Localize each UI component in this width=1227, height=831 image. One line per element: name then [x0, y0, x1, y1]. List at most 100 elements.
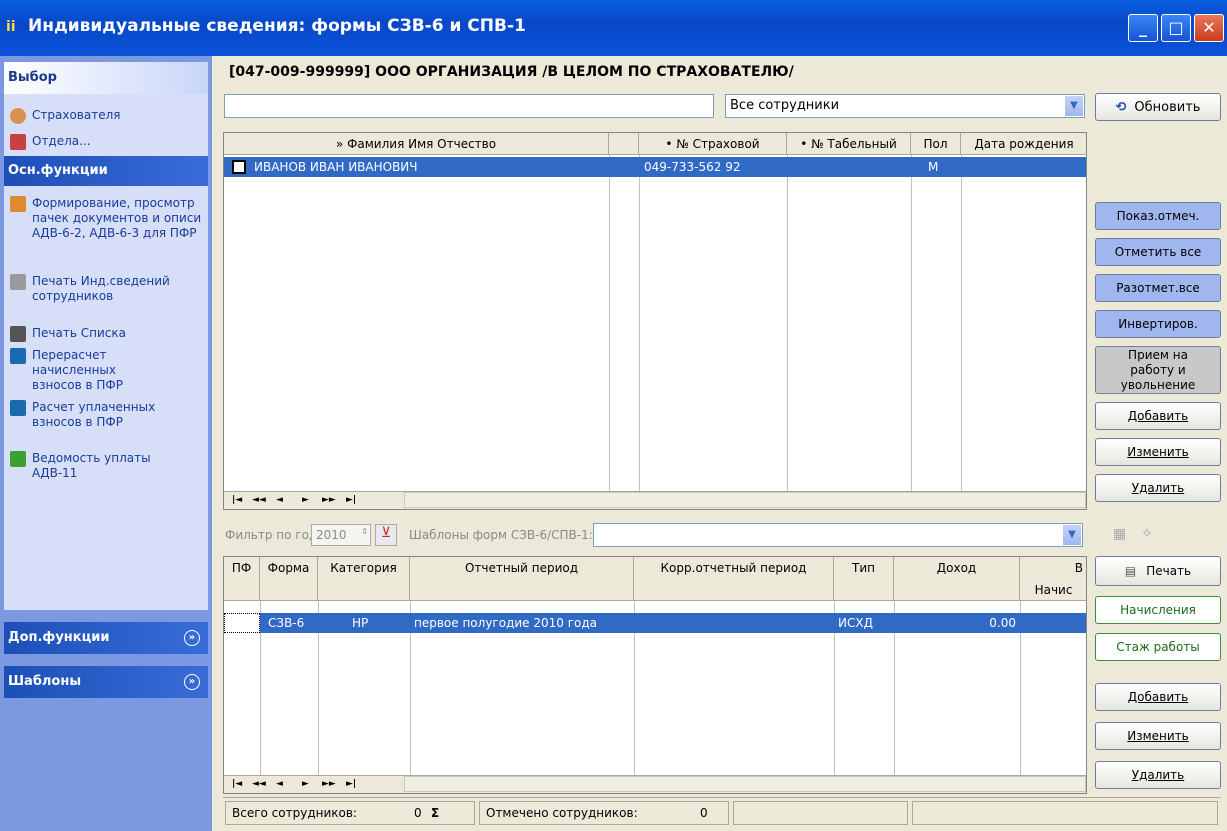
employee-filter-select[interactable]: Все сотрудники ▼: [725, 94, 1085, 118]
table-row[interactable]: СЗВ-6 НР первое полугодие 2010 года ИСХД…: [224, 613, 1086, 633]
first-record-icon[interactable]: |◄: [232, 495, 242, 505]
prev-page-icon[interactable]: ◄◄: [252, 495, 266, 505]
table-row[interactable]: ИВАНОВ ИВАН ИВАНОВИЧ 049-733-562 92 М: [224, 157, 1086, 177]
add-employee-button[interactable]: Добавить: [1095, 402, 1221, 430]
row-checkbox[interactable]: [232, 160, 246, 174]
print-button[interactable]: ▤ Печать: [1095, 556, 1221, 586]
expand-icon[interactable]: »: [184, 630, 200, 646]
pf-cell[interactable]: [224, 613, 260, 633]
printer-icon: ▤: [1124, 564, 1137, 578]
main-item-print-individual[interactable]: Печать Инд.сведений сотрудников: [10, 274, 182, 304]
section-select: [4, 94, 208, 164]
total-employees-pane: Всего сотрудников: 0 Σ: [225, 801, 475, 825]
column-header-period[interactable]: Отчетный период: [410, 557, 634, 601]
forms-grid[interactable]: ПФ Форма Категория Отчетный период Корр.…: [223, 556, 1087, 794]
column-header-snils[interactable]: • № Страховой: [639, 133, 787, 155]
column-header-pf[interactable]: ПФ: [224, 557, 260, 601]
title-bar: ii Индивидуальные сведения: формы СЗВ-6 …: [0, 0, 1227, 56]
book-icon: [10, 451, 26, 467]
column-header-income[interactable]: Доход: [894, 557, 1020, 601]
minimize-button[interactable]: _: [1128, 14, 1158, 42]
section-header-select[interactable]: Выбор: [4, 62, 208, 94]
delete-employee-button[interactable]: Удалить: [1095, 474, 1221, 502]
first-record-icon[interactable]: |◄: [232, 779, 242, 789]
section-header-extra[interactable]: Доп.функции »: [4, 622, 208, 654]
next-page-icon[interactable]: ►►: [322, 779, 336, 789]
column-header-form[interactable]: Форма: [260, 557, 318, 601]
chevron-down-icon[interactable]: ▼: [1065, 96, 1083, 116]
organization-title: [047-009-999999] ООО ОРГАНИЗАЦИЯ /В ЦЕЛО…: [223, 60, 1221, 86]
column-header-accrued[interactable]: Начис: [1020, 579, 1086, 601]
select-insurer-link[interactable]: Страхователя: [10, 108, 202, 124]
delete-form-button[interactable]: Удалить: [1095, 761, 1221, 789]
maximize-button[interactable]: □: [1161, 14, 1191, 42]
hire-fire-button[interactable]: Прием на работу и увольнение: [1095, 346, 1221, 394]
section-header-main[interactable]: Осн.функции: [4, 156, 208, 186]
status-pane: [733, 801, 908, 825]
mark-all-button[interactable]: Отметить все: [1095, 238, 1221, 266]
window-title: Индивидуальные сведения: формы СЗВ-6 и С…: [28, 16, 526, 36]
column-header-name[interactable]: » Фамилия Имя Отчество: [224, 133, 609, 155]
prev-record-icon[interactable]: ◄: [276, 779, 283, 789]
folder-icon: [10, 196, 26, 212]
edit-employee-button[interactable]: Изменить: [1095, 438, 1221, 466]
status-bar: Всего сотрудников: 0 Σ Отмечено сотрудни…: [223, 797, 1221, 827]
unmark-all-button[interactable]: Разотмет.все: [1095, 274, 1221, 302]
template-new-icon[interactable]: ✧: [1141, 526, 1153, 542]
prev-record-icon[interactable]: ◄: [276, 495, 283, 505]
calculator-icon: [10, 348, 26, 364]
accruals-button[interactable]: Начисления: [1095, 596, 1221, 624]
column-header-sex[interactable]: Пол: [911, 133, 961, 155]
task-pane: Выбор Страхователя Отдела... Осн.функции…: [0, 56, 212, 831]
chevron-down-icon[interactable]: ▼: [1063, 525, 1081, 545]
section-header-templates[interactable]: Шаблоны »: [4, 666, 208, 698]
column-header-type[interactable]: Тип: [834, 557, 894, 601]
next-record-icon[interactable]: ►: [302, 779, 309, 789]
close-button[interactable]: ✕: [1194, 14, 1224, 42]
expand-icon[interactable]: »: [184, 674, 200, 690]
prev-page-icon[interactable]: ◄◄: [252, 779, 266, 789]
marked-employees-pane: Отмечено сотрудников: 0: [479, 801, 729, 825]
forms-grid-header: ПФ Форма Категория Отчетный период Корр.…: [224, 557, 1086, 601]
refresh-icon: ⟲: [1115, 99, 1127, 115]
column-header-tab-number[interactable]: • № Табельный: [787, 133, 911, 155]
edit-form-button[interactable]: Изменить: [1095, 722, 1221, 750]
column-header-corr-period[interactable]: Корр.отчетный период: [634, 557, 834, 601]
main-item-recalc-accrued[interactable]: Перерасчет начисленных взносов в ПФР: [10, 348, 162, 393]
horizontal-scrollbar[interactable]: [404, 776, 1086, 792]
column-header-category[interactable]: Категория: [318, 557, 410, 601]
sum-icon: Σ: [431, 806, 440, 820]
main-item-calc-paid[interactable]: Расчет уплаченных взносов в ПФР: [10, 400, 172, 430]
year-filter-bar: Фильтр по году: 2010 ⇕ ⊻ Шаблоны форм СЗ…: [223, 522, 1221, 548]
printer-icon: [10, 326, 26, 342]
next-page-icon[interactable]: ►►: [322, 495, 336, 505]
year-stepper[interactable]: 2010 ⇕: [311, 524, 371, 546]
spin-icon[interactable]: ⇕: [361, 527, 368, 536]
department-icon: [10, 134, 26, 150]
experience-button[interactable]: Стаж работы: [1095, 633, 1221, 661]
next-record-icon[interactable]: ►: [302, 495, 309, 505]
add-form-button[interactable]: Добавить: [1095, 683, 1221, 711]
user-icon: [10, 108, 26, 124]
main-item-print-list[interactable]: Печать Списка: [10, 326, 202, 342]
column-header-group[interactable]: В: [1020, 557, 1086, 579]
main-item-packs[interactable]: Формирование, просмотр пачек документов …: [10, 196, 202, 241]
template-select[interactable]: ▼: [593, 523, 1083, 547]
employees-grid[interactable]: » Фамилия Имя Отчество • № Страховой • №…: [223, 132, 1087, 510]
horizontal-scrollbar[interactable]: [404, 492, 1086, 508]
column-header-dob[interactable]: Дата рождения: [961, 133, 1086, 155]
filter-icon[interactable]: ⊻: [375, 524, 397, 546]
refresh-button[interactable]: ⟲ Обновить: [1095, 93, 1221, 121]
calculator-icon: [10, 400, 26, 416]
invert-button[interactable]: Инвертиров.: [1095, 310, 1221, 338]
template-apply-icon[interactable]: ▦: [1113, 526, 1126, 542]
column-header-blank[interactable]: [609, 133, 639, 155]
show-marked-button[interactable]: Показ.отмеч.: [1095, 202, 1221, 230]
main-item-adv11[interactable]: Ведомость уплаты АДВ-11: [10, 451, 172, 481]
last-record-icon[interactable]: ►|: [346, 779, 356, 789]
search-input[interactable]: [224, 94, 714, 118]
employees-grid-header: » Фамилия Имя Отчество • № Страховой • №…: [224, 133, 1086, 155]
last-record-icon[interactable]: ►|: [346, 495, 356, 505]
printer-icon: [10, 274, 26, 290]
select-department-link[interactable]: Отдела...: [10, 134, 202, 150]
